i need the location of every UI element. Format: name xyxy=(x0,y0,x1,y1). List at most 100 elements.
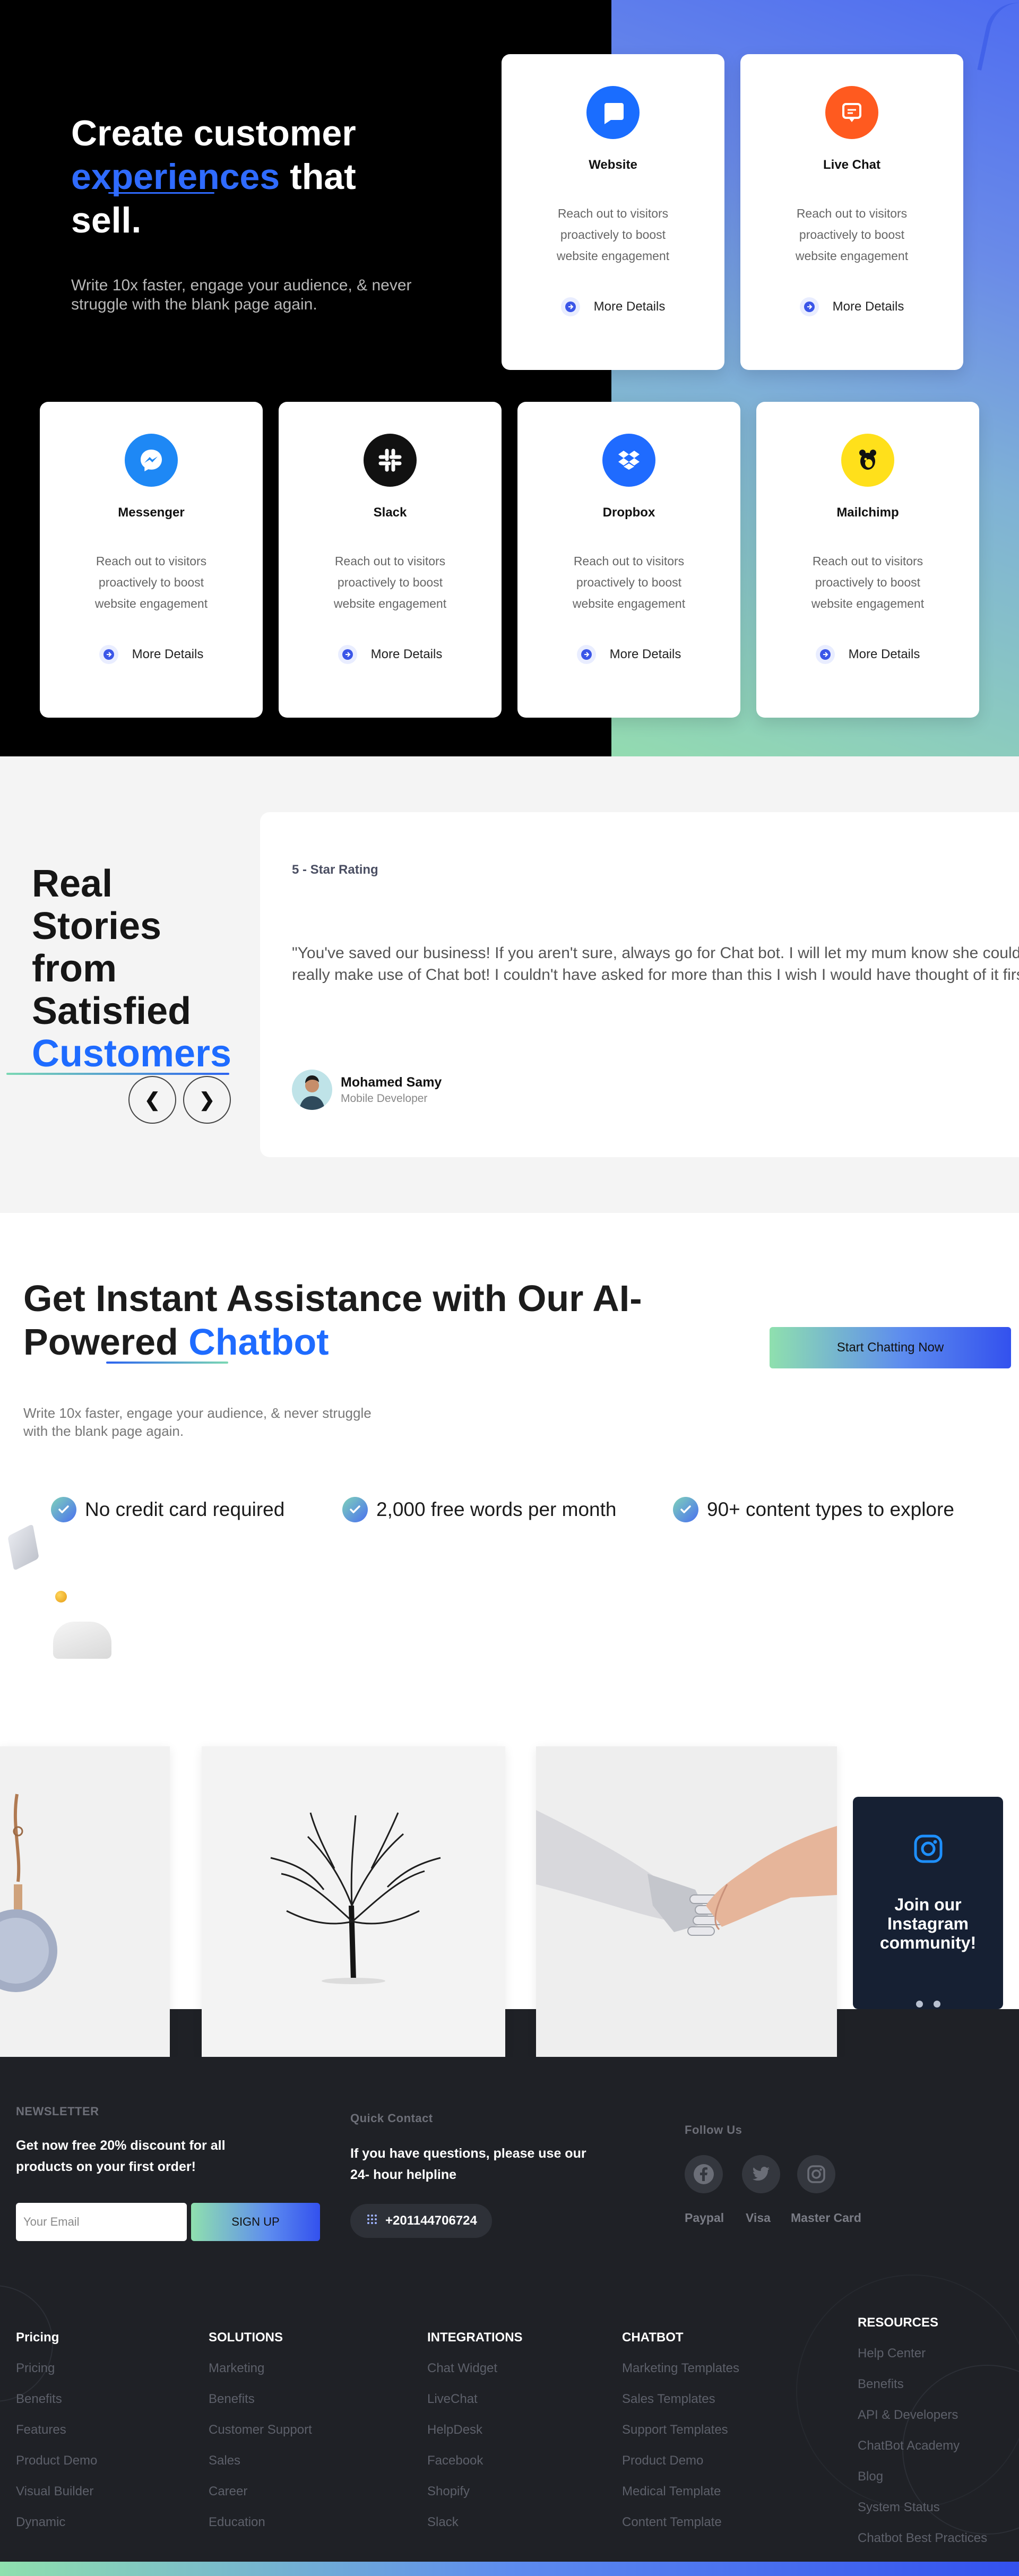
footer-link[interactable]: Slack xyxy=(427,2515,459,2530)
footer-link[interactable]: Chatbot Best Practices xyxy=(858,2531,987,2546)
more-details-label: More Details xyxy=(848,647,920,661)
footer-link[interactable]: API & Developers xyxy=(858,2408,958,2423)
footer-link[interactable]: Visual Builder xyxy=(16,2484,93,2499)
integration-card-live-chat[interactable]: Live Chat Reach out to visitors proactiv… xyxy=(740,54,963,370)
check-badge-icon xyxy=(673,1497,698,1522)
more-details-link[interactable]: More Details xyxy=(279,645,502,664)
facebook-link[interactable] xyxy=(685,2155,723,2193)
feature-label: No credit card required xyxy=(85,1498,285,1520)
twitter-link[interactable] xyxy=(742,2155,780,2193)
integration-description: Reach out to visitors proactively to boo… xyxy=(556,206,670,263)
integration-card-messenger[interactable]: Messenger Reach out to visitors proactiv… xyxy=(40,402,263,718)
footer-link[interactable]: Facebook xyxy=(427,2453,483,2468)
carousel-dot[interactable] xyxy=(916,2001,923,2008)
dropbox-icon xyxy=(602,434,655,487)
footer-link[interactable]: Support Templates xyxy=(622,2423,728,2437)
title-underline xyxy=(106,1362,228,1364)
footer-link[interactable]: Education xyxy=(209,2515,265,2530)
more-details-label: More Details xyxy=(593,299,666,314)
testimonial-quote: "You've saved our business! If you aren'… xyxy=(292,944,1019,984)
payment-visa: Visa xyxy=(746,2211,771,2225)
newsletter-label: NEWSLETTER xyxy=(16,2105,99,2118)
integration-name: Mailchimp xyxy=(836,505,899,520)
footer-link[interactable]: Chat Widget xyxy=(427,2361,497,2376)
author-role: Mobile Developer xyxy=(341,1092,428,1105)
hero-title-highlight-text: experiences xyxy=(71,157,280,197)
footer-link[interactable]: Medical Template xyxy=(622,2484,721,2499)
footer-link[interactable]: Customer Support xyxy=(209,2423,312,2437)
start-chatting-button[interactable]: Start Chatting Now xyxy=(770,1327,1011,1368)
slack-icon xyxy=(364,434,417,487)
footer-link[interactable]: Help Center xyxy=(858,2346,926,2361)
footer-link[interactable]: Features xyxy=(16,2423,66,2437)
footer-link[interactable]: Marketing xyxy=(209,2361,264,2376)
instagram-link[interactable] xyxy=(797,2155,835,2193)
cta-subtitle: Write 10x faster, engage your audience, … xyxy=(23,1405,372,1439)
testimonials-title-word: Stories xyxy=(32,905,162,947)
integration-description: Reach out to visitors proactively to boo… xyxy=(94,554,208,610)
avatar xyxy=(292,1070,332,1110)
carousel-dot[interactable] xyxy=(933,2001,940,2008)
cta-title-line1: Get Instant Assistance with Our AI- xyxy=(23,1278,642,1319)
testimonials-title-word: Real xyxy=(32,863,113,905)
footer-link[interactable]: Benefits xyxy=(16,2392,62,2407)
check-badge-icon xyxy=(342,1497,368,1522)
footer-link[interactable]: Career xyxy=(209,2484,247,2499)
email-field[interactable] xyxy=(16,2203,187,2241)
integration-name: Dropbox xyxy=(602,505,655,520)
cta-title-highlight: Chatbot xyxy=(188,1321,329,1363)
footer-link[interactable]: Content Template xyxy=(622,2515,722,2530)
more-details-link[interactable]: More Details xyxy=(40,645,263,664)
decorative-coin xyxy=(55,1591,67,1603)
integration-description: Reach out to visitors proactively to boo… xyxy=(811,554,925,610)
carousel-dots[interactable] xyxy=(853,2001,1003,2008)
footer-link[interactable]: Blog xyxy=(858,2469,883,2484)
newsletter-text: Get now free 20% discount for all produc… xyxy=(16,2138,226,2174)
signup-button[interactable]: SIGN UP xyxy=(191,2203,320,2241)
integration-card-website[interactable]: Website Reach out to visitors proactivel… xyxy=(502,54,724,370)
highlight-underline xyxy=(108,192,214,194)
more-details-link[interactable]: More Details xyxy=(502,297,724,316)
footer-link[interactable]: Marketing Templates xyxy=(622,2361,739,2376)
footer-link[interactable]: Shopify xyxy=(427,2484,470,2499)
gallery-image-tree[interactable] xyxy=(202,1746,505,2057)
footer-gradient-bar xyxy=(0,2562,1019,2576)
next-testimonial-button[interactable]: ❯ xyxy=(183,1076,231,1124)
integration-card-mailchimp[interactable]: Mailchimp Reach out to visitors proactiv… xyxy=(756,402,979,718)
footer-link[interactable]: Sales Templates xyxy=(622,2392,715,2407)
footer-link[interactable]: Benefits xyxy=(209,2392,255,2407)
footer-link[interactable]: LiveChat xyxy=(427,2392,478,2407)
gallery-image-robot-handshake[interactable] xyxy=(536,1746,837,2057)
feature-label: 2,000 free words per month xyxy=(376,1498,617,1520)
testimonials-section: Real Stories from Satisfied Customers ❮ … xyxy=(0,756,1019,1213)
footer-link[interactable]: Product Demo xyxy=(622,2453,703,2468)
phone-number-pill[interactable]: +201144706724 xyxy=(350,2204,492,2238)
twitter-icon xyxy=(753,2166,770,2181)
footer-link[interactable]: Dynamic xyxy=(16,2515,65,2530)
footer-link[interactable]: Pricing xyxy=(16,2361,55,2376)
more-details-label: More Details xyxy=(132,647,204,661)
hero-subtitle: Write 10x faster, engage your audience, … xyxy=(71,277,412,313)
integration-card-dropbox[interactable]: Dropbox Reach out to visitors proactivel… xyxy=(517,402,740,718)
footer-column-title: CHATBOT xyxy=(622,2330,684,2345)
more-details-link[interactable]: More Details xyxy=(740,297,963,316)
more-details-label: More Details xyxy=(832,299,904,314)
footer-link[interactable]: Benefits xyxy=(858,2377,904,2392)
testimonial-card: 5 - Star Rating "You've saved our busine… xyxy=(260,812,1019,1157)
feature-item: No credit card required xyxy=(51,1497,284,1522)
integration-card-slack[interactable]: Slack Reach out to visitors proactively … xyxy=(279,402,502,718)
footer-link[interactable]: System Status xyxy=(858,2500,940,2515)
prev-testimonial-button[interactable]: ❮ xyxy=(128,1076,176,1124)
footer-link[interactable]: Product Demo xyxy=(16,2453,97,2468)
footer-link[interactable]: ChatBot Academy xyxy=(858,2439,960,2453)
hero-title-line3: sell. xyxy=(71,200,142,240)
author-name: Mohamed Samy xyxy=(341,1074,442,1090)
footer-link[interactable]: HelpDesk xyxy=(427,2423,482,2437)
instagram-join-card[interactable]: Join our Instagram community! xyxy=(853,1797,1003,2009)
more-details-link[interactable]: More Details xyxy=(756,645,979,664)
messenger-icon xyxy=(125,434,178,487)
footer-column-title: SOLUTIONS xyxy=(209,2330,283,2345)
footer-link[interactable]: Sales xyxy=(209,2453,240,2468)
more-details-link[interactable]: More Details xyxy=(517,645,740,664)
gallery-image-racket[interactable] xyxy=(0,1746,170,2057)
